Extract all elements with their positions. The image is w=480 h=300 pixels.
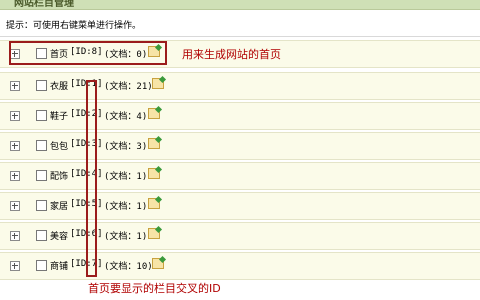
expand-icon[interactable] bbox=[10, 231, 20, 241]
category-row[interactable]: 美容 [ID:6] (文档：1) bbox=[0, 222, 480, 250]
doc-count: (文档：1) bbox=[104, 172, 148, 182]
category-row[interactable]: 家居 [ID:5] (文档：1) bbox=[0, 192, 480, 220]
doc-count: (文档：4) bbox=[104, 112, 148, 122]
edit-icon[interactable] bbox=[148, 138, 160, 149]
row-checkbox[interactable] bbox=[36, 110, 47, 121]
highlight-id-column bbox=[86, 80, 97, 277]
row-checkbox[interactable] bbox=[36, 230, 47, 241]
doc-count: (文档：3) bbox=[104, 142, 148, 152]
expand-icon[interactable] bbox=[10, 261, 20, 271]
category-row[interactable]: 商铺 [ID:7] (文档：10) bbox=[0, 252, 480, 280]
expand-icon[interactable] bbox=[10, 141, 20, 151]
annotation-home-note: 用来生成网站的首页 bbox=[182, 48, 281, 61]
doc-count: (文档：21) bbox=[104, 82, 153, 92]
doc-count: (文档：1) bbox=[104, 232, 148, 242]
expand-icon[interactable] bbox=[10, 171, 20, 181]
highlight-home-row bbox=[9, 41, 167, 65]
panel-header: 网站栏目管理 bbox=[0, 0, 480, 10]
edit-icon[interactable] bbox=[152, 258, 164, 269]
category-name[interactable]: 家居 bbox=[50, 199, 68, 212]
row-checkbox[interactable] bbox=[36, 200, 47, 211]
category-name[interactable]: 鞋子 bbox=[50, 109, 68, 122]
row-checkbox[interactable] bbox=[36, 80, 47, 91]
row-checkbox[interactable] bbox=[36, 140, 47, 151]
doc-count: (文档：10) bbox=[104, 262, 153, 272]
category-row[interactable]: 衣服 [ID:1] (文档：21) bbox=[0, 72, 480, 100]
divider bbox=[0, 36, 480, 37]
expand-icon[interactable] bbox=[10, 111, 20, 121]
doc-count: (文档：1) bbox=[104, 202, 148, 212]
category-row[interactable]: 包包 [ID:3] (文档：3) bbox=[0, 132, 480, 160]
category-row[interactable]: 配饰 [ID:4] (文档：1) bbox=[0, 162, 480, 190]
category-row[interactable]: 鞋子 [ID:2] (文档：4) bbox=[0, 102, 480, 130]
edit-icon[interactable] bbox=[148, 228, 160, 239]
category-name[interactable]: 商铺 bbox=[50, 259, 68, 272]
expand-icon[interactable] bbox=[10, 81, 20, 91]
edit-icon[interactable] bbox=[148, 168, 160, 179]
expand-icon[interactable] bbox=[10, 201, 20, 211]
category-name[interactable]: 配饰 bbox=[50, 169, 68, 182]
edit-icon[interactable] bbox=[148, 198, 160, 209]
row-checkbox[interactable] bbox=[36, 260, 47, 271]
category-name[interactable]: 包包 bbox=[50, 139, 68, 152]
category-name[interactable]: 美容 bbox=[50, 229, 68, 242]
tip-text: 提示：可使用右键菜单进行操作。 bbox=[6, 21, 142, 31]
panel-title: 网站栏目管理 bbox=[14, 0, 74, 9]
annotation-id-note: 首页要显示的栏目交叉的ID bbox=[88, 282, 221, 295]
edit-icon[interactable] bbox=[152, 78, 164, 89]
edit-icon[interactable] bbox=[148, 108, 160, 119]
category-name[interactable]: 衣服 bbox=[50, 79, 68, 92]
row-checkbox[interactable] bbox=[36, 170, 47, 181]
